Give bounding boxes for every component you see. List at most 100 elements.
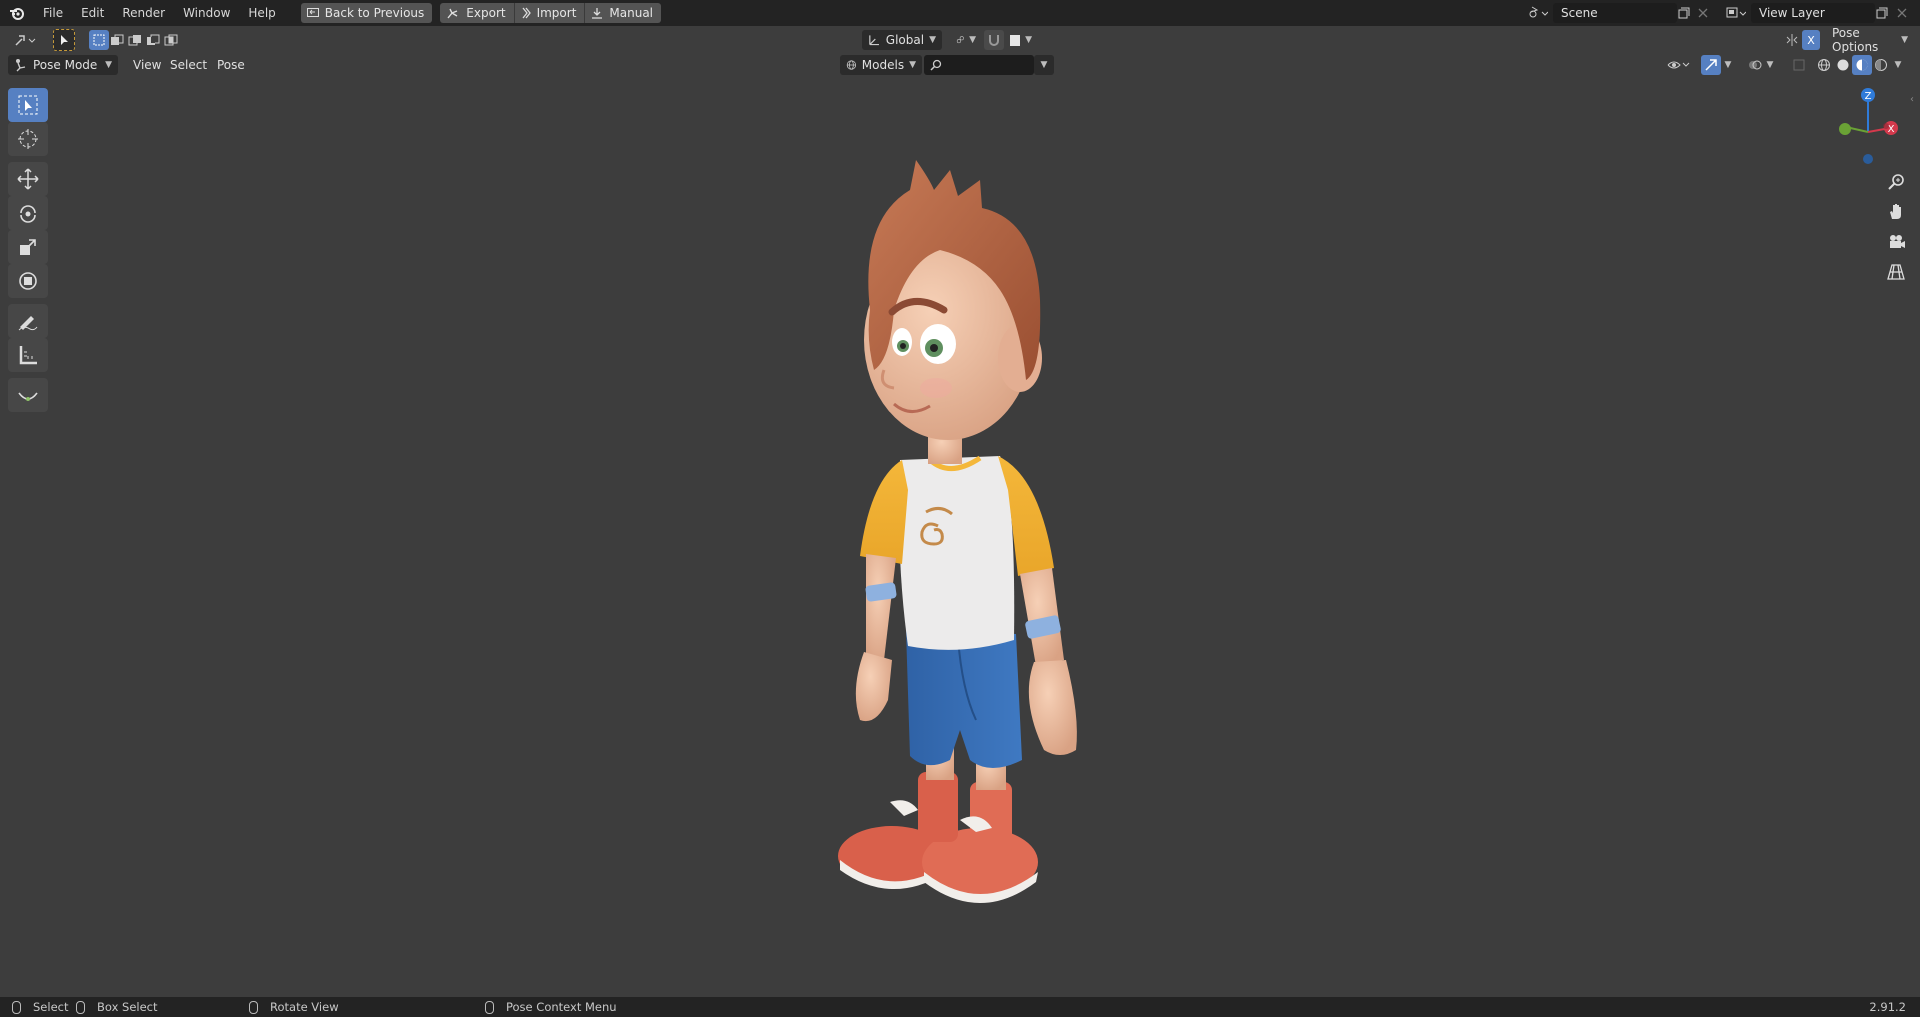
snap-toggle-icon[interactable] xyxy=(984,30,1004,50)
filter-dropdown-icon[interactable]: ▼ xyxy=(1034,55,1054,75)
menu-file[interactable]: File xyxy=(34,0,72,26)
mirror-axis-icon[interactable] xyxy=(1782,30,1802,50)
gizmo-y-axis[interactable] xyxy=(1839,123,1851,135)
shading-dropdown-icon[interactable]: ▼ xyxy=(1891,55,1905,75)
scene-icon[interactable] xyxy=(1525,4,1551,22)
screen-back-icon xyxy=(306,7,319,17)
delete-view-layer-icon[interactable] xyxy=(1893,4,1911,22)
select-box-tool[interactable] xyxy=(8,88,48,122)
import-label: Import xyxy=(536,6,577,20)
xray-toggle-icon[interactable] xyxy=(1789,55,1809,75)
sidebar-toggle-icon[interactable]: ‹ xyxy=(1910,94,1914,105)
select-mode-intersect-icon[interactable] xyxy=(161,30,181,50)
view-layer-icon[interactable] xyxy=(1723,4,1749,22)
measure-tool[interactable] xyxy=(8,338,48,372)
snap-target-dropdown[interactable]: ▼ xyxy=(1004,30,1038,50)
annotate-tool[interactable] xyxy=(8,304,48,338)
editor-type-icon[interactable] xyxy=(12,30,40,50)
material-preview-shading-icon[interactable] xyxy=(1852,55,1872,75)
blender-logo-icon[interactable] xyxy=(0,0,34,26)
status-context-menu-hint: Pose Context Menu xyxy=(485,997,617,1017)
solid-shading-icon[interactable] xyxy=(1833,55,1853,75)
export-label: Export xyxy=(466,6,506,20)
hand-icon xyxy=(1890,204,1901,219)
gizmo-neg-z-axis[interactable] xyxy=(1863,154,1873,164)
new-view-layer-icon[interactable] xyxy=(1873,4,1891,22)
pan-view-button[interactable] xyxy=(1882,198,1910,226)
rendered-shading-icon[interactable] xyxy=(1871,55,1891,75)
view-layer-value: View Layer xyxy=(1759,6,1825,20)
camera-view-button[interactable] xyxy=(1882,228,1910,256)
export-button[interactable]: Export xyxy=(440,3,515,23)
bone-size-tool[interactable] xyxy=(8,378,48,412)
x-mirror-toggle[interactable]: X xyxy=(1802,30,1820,50)
status-rotate-hint: Rotate View xyxy=(249,997,339,1017)
select-mode-extend-icon[interactable] xyxy=(107,30,127,50)
menu-render[interactable]: Render xyxy=(113,0,174,26)
overlays-dropdown-icon[interactable]: ▼ xyxy=(1763,55,1777,75)
select-box-icon xyxy=(18,95,38,115)
status-context-menu-label: Pose Context Menu xyxy=(506,1000,617,1014)
pivot-point-dropdown[interactable]: ▼ xyxy=(950,30,982,50)
status-select-hint: Select xyxy=(12,997,68,1017)
interaction-mode-dropdown[interactable]: Pose Mode ▼ xyxy=(8,55,118,75)
viewport-header: Pose Mode ▼ View Select Pose Models ▼ ▼ … xyxy=(0,53,1920,77)
gizmo-toggle-icon[interactable] xyxy=(1701,55,1721,75)
view-layer-field[interactable]: View Layer xyxy=(1751,3,1875,23)
pose-menu[interactable]: Pose xyxy=(210,55,252,75)
import-button[interactable]: Import xyxy=(514,3,586,23)
new-scene-icon[interactable] xyxy=(1675,4,1693,22)
eye-icon xyxy=(1667,61,1690,69)
menu-help[interactable]: Help xyxy=(239,0,284,26)
active-tool-select-icon[interactable] xyxy=(53,29,75,51)
move-tool[interactable] xyxy=(8,162,48,196)
search-input[interactable] xyxy=(924,55,1034,75)
export-figure-icon xyxy=(447,8,458,19)
select-mode-invert-icon[interactable] xyxy=(143,30,163,50)
zoom-view-button[interactable] xyxy=(1882,168,1910,196)
overlays-toggle-icon[interactable] xyxy=(1745,55,1765,75)
x-mirror-label: X xyxy=(1807,33,1815,47)
transform-icon xyxy=(19,272,37,290)
camera-icon xyxy=(1890,235,1905,248)
mouse-middle-icon xyxy=(249,1000,258,1014)
bone-curve-icon xyxy=(18,392,38,401)
chevron-down-icon: ▼ xyxy=(969,35,976,45)
chevron-down-icon: ▼ xyxy=(1025,35,1032,45)
rotate-tool[interactable] xyxy=(8,196,48,230)
annotate-pen-icon xyxy=(18,316,38,331)
character-model[interactable] xyxy=(830,160,1110,920)
wireframe-shading-icon[interactable] xyxy=(1814,55,1834,75)
scale-icon xyxy=(20,239,36,255)
collection-dropdown[interactable]: Models ▼ xyxy=(840,55,922,75)
gizmo-z-label: Z xyxy=(1865,91,1872,102)
move-icon xyxy=(17,168,39,190)
menu-edit[interactable]: Edit xyxy=(72,0,113,26)
mouse-drag-icon xyxy=(76,1000,85,1014)
navigation-gizmo[interactable]: Z X xyxy=(1832,86,1912,166)
transform-tool[interactable] xyxy=(8,264,48,298)
transform-orientation-dropdown[interactable]: Global ▼ xyxy=(862,30,942,50)
perspective-toggle-button[interactable] xyxy=(1882,258,1910,286)
visibility-dropdown[interactable] xyxy=(1664,55,1694,75)
gizmo-dropdown-icon[interactable]: ▼ xyxy=(1721,55,1735,75)
scale-tool[interactable] xyxy=(8,230,48,264)
select-mode-new-icon[interactable] xyxy=(89,30,109,50)
zoom-icon xyxy=(1888,174,1904,190)
status-select-label: Select xyxy=(33,1000,69,1014)
rotate-icon xyxy=(20,205,36,223)
back-to-previous-button[interactable]: Back to Previous xyxy=(300,3,433,23)
cursor-tool[interactable] xyxy=(8,122,48,156)
delete-scene-icon[interactable] xyxy=(1694,4,1712,22)
select-menu[interactable]: Select xyxy=(163,55,214,75)
measure-ruler-icon xyxy=(19,346,37,365)
select-mode-subtract-icon[interactable] xyxy=(125,30,145,50)
search-icon xyxy=(930,59,942,71)
menu-window[interactable]: Window xyxy=(174,0,239,26)
back-to-previous-label: Back to Previous xyxy=(324,6,425,20)
manual-button[interactable]: Manual xyxy=(585,3,662,23)
scene-name-value: Scene xyxy=(1561,6,1598,20)
pose-options-dropdown[interactable]: Pose Options ▼ xyxy=(1826,26,1914,54)
status-bar: Select Box Select Rotate View Pose Conte… xyxy=(0,997,1920,1017)
scene-name-field[interactable]: Scene xyxy=(1553,3,1677,23)
